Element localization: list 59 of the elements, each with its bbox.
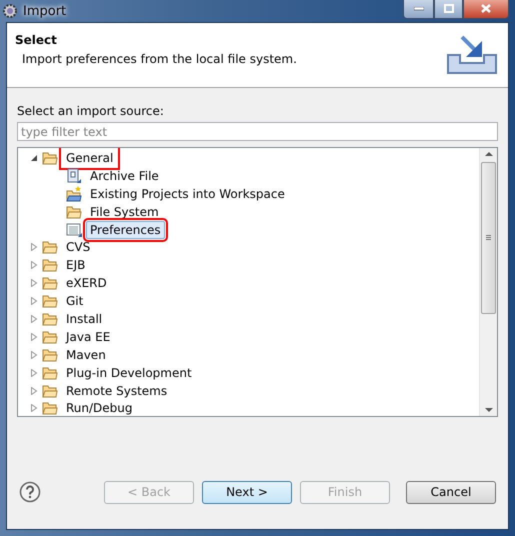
folder-icon	[42, 384, 58, 398]
folder-icon	[42, 401, 58, 416]
folder-icon	[42, 240, 58, 254]
filter-field[interactable]: type filter text	[17, 122, 498, 141]
grip-icon	[486, 235, 491, 241]
folder-icon	[42, 348, 58, 362]
tree-item[interactable]: Existing Projects into Workspace	[86, 184, 289, 203]
expand-icon[interactable]	[30, 279, 38, 288]
dialog-button[interactable]: Next >	[202, 480, 292, 504]
expand-icon[interactable]	[30, 261, 38, 270]
tree-item[interactable]: Remote Systems	[62, 382, 172, 400]
folder-icon	[66, 204, 82, 219]
tree-item[interactable]: General	[62, 148, 118, 167]
tree-item[interactable]: File System	[86, 202, 163, 221]
import-icon	[446, 33, 498, 75]
tree-item[interactable]: eXERD	[62, 274, 111, 292]
folder-icon	[42, 150, 58, 165]
folder-icon	[42, 276, 58, 290]
expand-icon[interactable]	[30, 332, 38, 341]
expand-icon[interactable]	[30, 386, 38, 395]
maximize-icon	[444, 4, 454, 13]
tree-item[interactable]: Archive File	[86, 166, 163, 185]
close-button[interactable]	[463, 0, 509, 18]
page-description: Import preferences from the local file system.	[21, 52, 298, 66]
gear-icon	[2, 3, 18, 19]
tree-item[interactable]: Maven	[62, 346, 110, 364]
minimize-icon	[414, 6, 424, 10]
tree-item[interactable]: Run/Debug	[62, 399, 137, 416]
expand-icon[interactable]	[30, 297, 38, 306]
close-icon	[481, 4, 491, 13]
source-label: Select an import source:	[17, 104, 165, 118]
tree-item[interactable]: CVS	[62, 238, 94, 256]
folder-icon	[42, 330, 58, 344]
folder-icon	[42, 258, 58, 272]
folder-icon	[42, 366, 58, 380]
minimize-button[interactable]	[403, 0, 434, 18]
expand-icon[interactable]	[30, 404, 38, 412]
scrollbar[interactable]	[479, 148, 497, 416]
tree-item[interactable]: EJB	[62, 256, 90, 274]
maximize-button[interactable]	[434, 0, 463, 18]
page-title: Select	[15, 33, 58, 47]
window-title: Import	[23, 4, 68, 18]
help-icon[interactable]	[19, 481, 41, 503]
expand-icon[interactable]	[30, 314, 38, 323]
folder-star-icon	[66, 186, 82, 202]
collapse-icon[interactable]	[30, 154, 38, 162]
tree-item[interactable]: Git	[62, 292, 88, 310]
dialog-button[interactable]: Cancel	[406, 480, 496, 504]
expand-icon[interactable]	[30, 368, 38, 377]
list-icon	[66, 222, 82, 236]
expand-icon[interactable]	[30, 350, 38, 359]
tree-item[interactable]: Install	[62, 310, 106, 328]
expand-icon[interactable]	[30, 243, 38, 252]
folder-icon	[42, 294, 58, 308]
tree-item[interactable]: Java EE	[62, 328, 114, 346]
tree-item[interactable]: Plug-in Development	[62, 364, 196, 382]
folder-icon	[42, 312, 58, 326]
archive-icon	[66, 168, 82, 184]
tree-item[interactable]: Preferences	[86, 220, 165, 239]
